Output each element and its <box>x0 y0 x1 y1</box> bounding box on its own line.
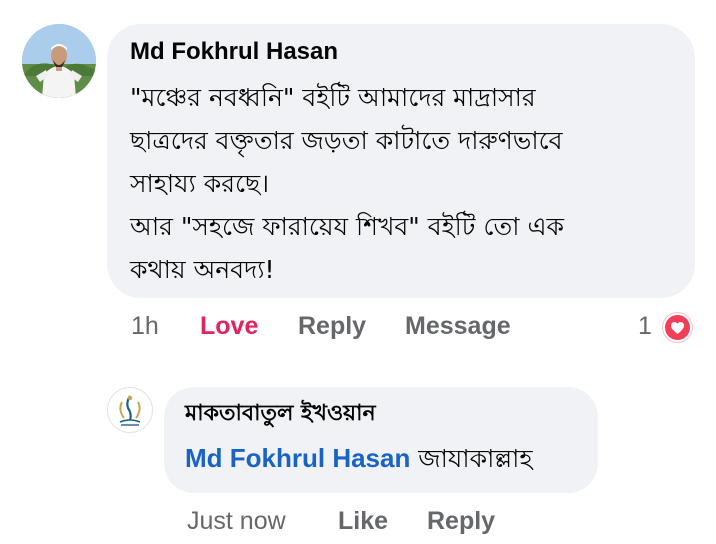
mention-link[interactable]: Md Fokhrul Hasan <box>185 443 410 473</box>
reply-text: জাযাকাল্লাহ <box>410 444 533 473</box>
comment-text-line: "মঞ্চের নবধ্বনি" বইটি আমাদের মাদ্রাসার <box>130 83 536 112</box>
like-button[interactable]: Like <box>338 505 388 537</box>
comment-bubble: Md Fokhrul Hasan "মঞ্চের নবধ্বনি" বইটি আ… <box>107 24 695 298</box>
reaction-count[interactable]: 1 <box>638 310 652 342</box>
comment-text-line: ছাত্রদের বক্তৃতার জড়তা কাটাতে দারুণভাবে <box>130 126 563 155</box>
person-photo-icon <box>22 24 96 98</box>
maktabatul-logo-icon <box>119 395 141 426</box>
heart-icon[interactable] <box>663 313 692 342</box>
reply-reply-button[interactable]: Reply <box>427 505 495 537</box>
reply-actions: Just now Like Reply <box>0 505 716 537</box>
reply-bubble: মাকতাবাতুল ইখওয়ান Md Fokhrul Hasan জাযা… <box>164 387 598 493</box>
reply-body: Md Fokhrul Hasan জাযাকাল্লাহ <box>185 441 576 476</box>
love-button[interactable]: Love <box>200 310 258 342</box>
comment-text-line: সাহায্য করছে। <box>130 169 270 198</box>
comment-body: "মঞ্চের নবধ্বনি" বইটি আমাদের মাদ্রাসার ছ… <box>130 76 673 291</box>
page-avatar[interactable] <box>107 387 153 433</box>
comment-text-line: কথায় অনবদ্য! <box>130 255 275 284</box>
reply-timestamp[interactable]: Just now <box>187 505 286 537</box>
commenter-avatar[interactable] <box>22 24 96 98</box>
message-button[interactable]: Message <box>405 310 511 342</box>
reply-button[interactable]: Reply <box>298 310 366 342</box>
comment-author-name[interactable]: Md Fokhrul Hasan <box>130 38 673 66</box>
comment-timestamp[interactable]: 1h <box>131 310 159 342</box>
comment-actions: 1h Love Reply Message 1 <box>0 310 716 342</box>
comment-text-line: আর "সহজে ফারায়েয শিখব" বইটি তো এক <box>130 212 564 241</box>
reply-author-name[interactable]: মাকতাবাতুল ইখওয়ান <box>185 399 576 429</box>
